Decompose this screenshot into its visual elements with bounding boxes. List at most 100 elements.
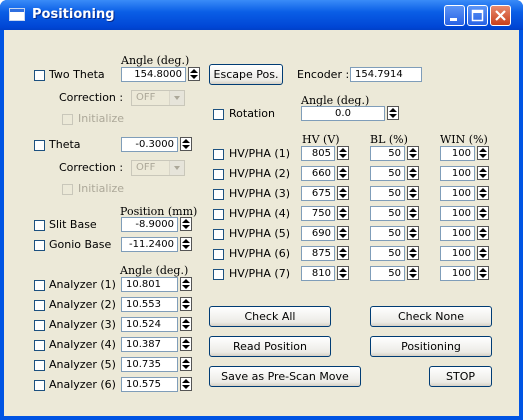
maximize-button[interactable]	[467, 5, 488, 26]
theta-initialize-checkbox[interactable]	[62, 184, 73, 195]
hvpha-7-win-input[interactable]: 100	[440, 266, 475, 281]
rotation-checkbox[interactable]	[213, 109, 224, 120]
theta-angle-input[interactable]: -0.3000	[121, 137, 178, 152]
minimize-button[interactable]	[444, 5, 465, 26]
analyzer-4-input[interactable]: 10.387	[121, 337, 178, 352]
hvpha-1-hv-input[interactable]: 805	[301, 146, 335, 161]
hvpha-4-bl-spin[interactable]	[407, 206, 419, 220]
hvpha-5-bl-spin[interactable]	[407, 226, 419, 240]
two-theta-initialize-checkbox[interactable]	[62, 114, 73, 125]
escape-position-button[interactable]: Escape Pos.	[209, 64, 283, 85]
hvpha-3-checkbox[interactable]	[213, 189, 224, 200]
hvpha-3-bl-input[interactable]: 50	[370, 186, 405, 201]
hvpha-6-win-spin[interactable]	[477, 246, 489, 260]
hvpha-2-win-spin[interactable]	[477, 166, 489, 180]
check-all-button[interactable]: Check All	[209, 306, 331, 327]
hvpha-3-hv-input[interactable]: 675	[301, 186, 335, 201]
analyzer-5-input[interactable]: 10.735	[121, 357, 178, 372]
hvpha-7-bl-input[interactable]: 50	[370, 266, 405, 281]
rotation-spin-button[interactable]	[387, 106, 399, 120]
slit-base-checkbox[interactable]	[34, 220, 45, 231]
hvpha-6-bl-spin[interactable]	[407, 246, 419, 260]
gonio-base-input[interactable]: -11.2400	[121, 237, 178, 252]
analyzer-3-input[interactable]: 10.524	[121, 317, 178, 332]
hvpha-4-win-input[interactable]: 100	[440, 206, 475, 221]
slit-base-spin-button[interactable]	[180, 217, 192, 231]
hvpha-1-bl-spin[interactable]	[407, 146, 419, 160]
theta-checkbox[interactable]	[34, 140, 45, 151]
up-down-arrow-icon	[339, 148, 347, 158]
hvpha-7-checkbox[interactable]	[213, 269, 224, 280]
hvpha-3-bl-spin[interactable]	[407, 186, 419, 200]
hvpha-6-hv-spin[interactable]	[337, 246, 349, 260]
analyzer-4-checkbox[interactable]	[34, 340, 45, 351]
gonio-base-checkbox[interactable]	[34, 240, 45, 251]
hvpha-7-bl-spin[interactable]	[407, 266, 419, 280]
hvpha-4-win-spin[interactable]	[477, 206, 489, 220]
analyzer-1-checkbox[interactable]	[34, 280, 45, 291]
hvpha-2-bl-input[interactable]: 50	[370, 166, 405, 181]
analyzer-5-spin-button[interactable]	[180, 357, 192, 371]
hvpha-2-checkbox[interactable]	[213, 169, 224, 180]
close-button[interactable]	[490, 5, 511, 26]
analyzer-6-checkbox[interactable]	[34, 380, 45, 391]
hvpha-1-bl-input[interactable]: 50	[370, 146, 405, 161]
hvpha-5-hv-input[interactable]: 690	[301, 226, 335, 241]
title-bar[interactable]: Positioning	[0, 0, 523, 30]
analyzer-2-input[interactable]: 10.553	[121, 297, 178, 312]
save-prescan-move-button[interactable]: Save as Pre-Scan Move	[209, 366, 361, 387]
analyzer-4-spin-button[interactable]	[180, 337, 192, 351]
hvpha-1-win-spin[interactable]	[477, 146, 489, 160]
hvpha-4-checkbox[interactable]	[213, 209, 224, 220]
two-theta-correction-value: OFF	[136, 92, 156, 103]
hvpha-1-hv-spin[interactable]	[337, 146, 349, 160]
hvpha-3-hv-spin[interactable]	[337, 186, 349, 200]
theta-correction-select[interactable]: OFF	[131, 160, 185, 176]
hvpha-5-checkbox[interactable]	[213, 229, 224, 240]
hvpha-2-hv-input[interactable]: 660	[301, 166, 335, 181]
hvpha-2-bl-spin[interactable]	[407, 166, 419, 180]
rotation-angle-input[interactable]: 0.0	[301, 106, 385, 121]
check-none-button[interactable]: Check None	[370, 306, 492, 327]
hvpha-2-win-input[interactable]: 100	[440, 166, 475, 181]
hvpha-1-checkbox[interactable]	[213, 149, 224, 160]
read-position-button[interactable]: Read Position	[209, 336, 331, 357]
hvpha-6-bl-input[interactable]: 50	[370, 246, 405, 261]
two-theta-checkbox[interactable]	[34, 70, 45, 81]
hvpha-5-bl-input[interactable]: 50	[370, 226, 405, 241]
hvpha-1-win-input[interactable]: 100	[440, 146, 475, 161]
analyzer-2-spin-button[interactable]	[180, 297, 192, 311]
analyzer-3-checkbox[interactable]	[34, 320, 45, 331]
two-theta-spin-button[interactable]	[188, 67, 200, 81]
up-down-arrow-icon	[409, 208, 417, 218]
hvpha-5-hv-spin[interactable]	[337, 226, 349, 240]
analyzer-1-spin-button[interactable]	[180, 277, 192, 291]
analyzer-6-input[interactable]: 10.575	[121, 377, 178, 392]
analyzer-1-input[interactable]: 10.801	[121, 277, 178, 292]
hvpha-5-win-input[interactable]: 100	[440, 226, 475, 241]
hvpha-3-win-spin[interactable]	[477, 186, 489, 200]
hvpha-5-win-spin[interactable]	[477, 226, 489, 240]
hvpha-7-win-spin[interactable]	[477, 266, 489, 280]
two-theta-angle-input[interactable]: 154.8000	[121, 67, 186, 82]
hvpha-3-win-input[interactable]: 100	[440, 186, 475, 201]
gonio-base-spin-button[interactable]	[180, 237, 192, 251]
theta-spin-button[interactable]	[180, 137, 192, 151]
hvpha-7-hv-spin[interactable]	[337, 266, 349, 280]
positioning-button[interactable]: Positioning	[370, 336, 492, 357]
hvpha-6-checkbox[interactable]	[213, 249, 224, 260]
hvpha-6-hv-input[interactable]: 875	[301, 246, 335, 261]
hvpha-4-hv-spin[interactable]	[337, 206, 349, 220]
stop-button[interactable]: STOP	[429, 366, 492, 387]
analyzer-6-spin-button[interactable]	[180, 377, 192, 391]
hvpha-6-win-input[interactable]: 100	[440, 246, 475, 261]
hvpha-7-hv-input[interactable]: 810	[301, 266, 335, 281]
analyzer-3-spin-button[interactable]	[180, 317, 192, 331]
analyzer-5-checkbox[interactable]	[34, 360, 45, 371]
analyzer-2-checkbox[interactable]	[34, 300, 45, 311]
hvpha-2-hv-spin[interactable]	[337, 166, 349, 180]
slit-base-input[interactable]: -8.9000	[121, 217, 178, 232]
hvpha-4-bl-input[interactable]: 50	[370, 206, 405, 221]
hvpha-4-hv-input[interactable]: 750	[301, 206, 335, 221]
two-theta-correction-select[interactable]: OFF	[131, 90, 185, 106]
